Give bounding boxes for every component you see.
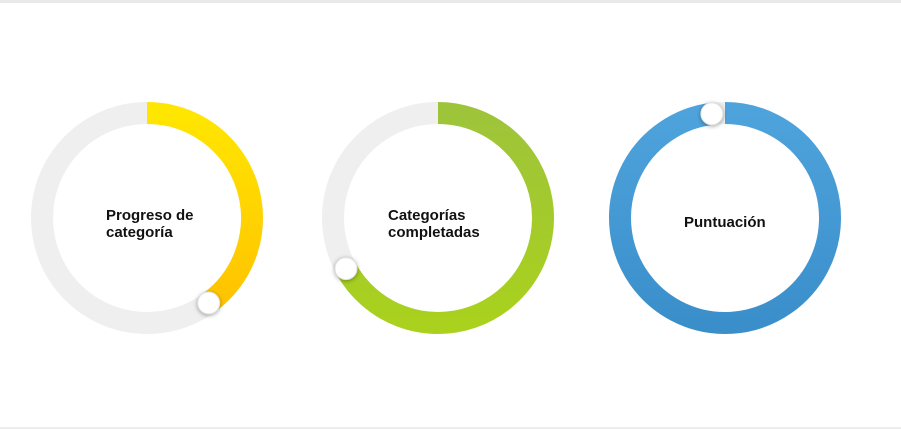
top-divider bbox=[0, 0, 901, 3]
knob-handle-icon[interactable] bbox=[700, 102, 724, 126]
gauge-score: Puntuación bbox=[607, 100, 843, 336]
gauge-label: Progreso de categoría bbox=[106, 207, 194, 241]
gauge-categories-completed: Categorías completadas bbox=[320, 100, 556, 336]
gauge-category-progress: Progreso de categoría bbox=[29, 100, 265, 336]
knob-handle-icon[interactable] bbox=[197, 291, 221, 315]
gauge-label-line-2: categoría bbox=[106, 224, 173, 241]
gauge-label: Puntuación bbox=[684, 214, 766, 231]
gauge-label-line-1: Puntuación bbox=[684, 214, 766, 231]
gauge-label-line-1: Categorías bbox=[388, 207, 466, 224]
gauge-label-line-2: completadas bbox=[388, 224, 480, 241]
knob-handle-icon[interactable] bbox=[334, 257, 358, 281]
gauge-label: Categorías completadas bbox=[388, 207, 480, 241]
gauge-label-line-1: Progreso de bbox=[106, 207, 194, 224]
